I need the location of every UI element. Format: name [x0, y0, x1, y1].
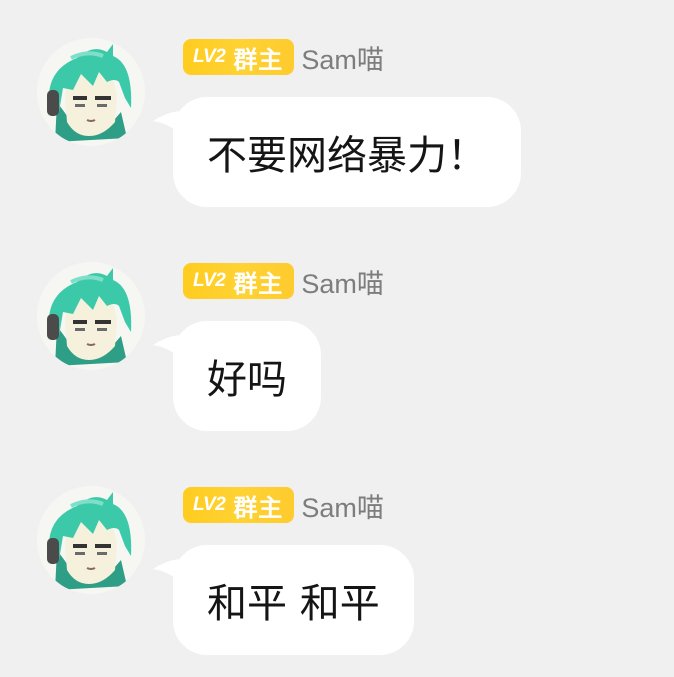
chat-message: LV2 群主 Sam喵 和平 和平 [0, 448, 674, 672]
badge-role: 群主 [233, 494, 284, 522]
avatar-teal-hair-character-icon [37, 262, 145, 370]
message-bubble[interactable]: 好吗 [173, 321, 321, 431]
message-header: LV2 群主 Sam喵 [183, 262, 384, 300]
message-bubble[interactable]: 和平 和平 [173, 545, 414, 655]
badge-level: LV2 [193, 494, 226, 515]
badge-role: 群主 [233, 46, 284, 74]
avatar[interactable] [37, 38, 145, 146]
message-text: 不要网络暴力！ [207, 133, 487, 179]
chat-message: LV2 群主 Sam喵 好吗 [0, 224, 674, 448]
badge-level: LV2 [193, 46, 226, 67]
message-header: LV2 群主 Sam喵 [183, 38, 384, 76]
message-header: LV2 群主 Sam喵 [183, 486, 384, 524]
message-text: 和平 和平 [207, 581, 380, 627]
sender-name[interactable]: Sam喵 [301, 486, 384, 525]
sender-name[interactable]: Sam喵 [301, 38, 384, 77]
avatar-teal-hair-character-icon [37, 486, 145, 594]
avatar[interactable] [37, 486, 145, 594]
group-owner-badge: LV2 群主 [183, 39, 295, 75]
chat-message-list: LV2 群主 Sam喵 不要网络暴力！ LV2 群主 Sam喵 好吗 LV2 群… [0, 0, 674, 677]
sender-name[interactable]: Sam喵 [301, 262, 384, 301]
chat-message: LV2 群主 Sam喵 不要网络暴力！ [0, 0, 674, 224]
message-bubble[interactable]: 不要网络暴力！ [173, 97, 521, 207]
avatar[interactable] [37, 262, 145, 370]
group-owner-badge: LV2 群主 [183, 487, 295, 523]
badge-role: 群主 [233, 270, 284, 298]
group-owner-badge: LV2 群主 [183, 263, 295, 299]
badge-level: LV2 [193, 270, 226, 291]
avatar-teal-hair-character-icon [37, 38, 145, 146]
message-text: 好吗 [207, 357, 287, 403]
